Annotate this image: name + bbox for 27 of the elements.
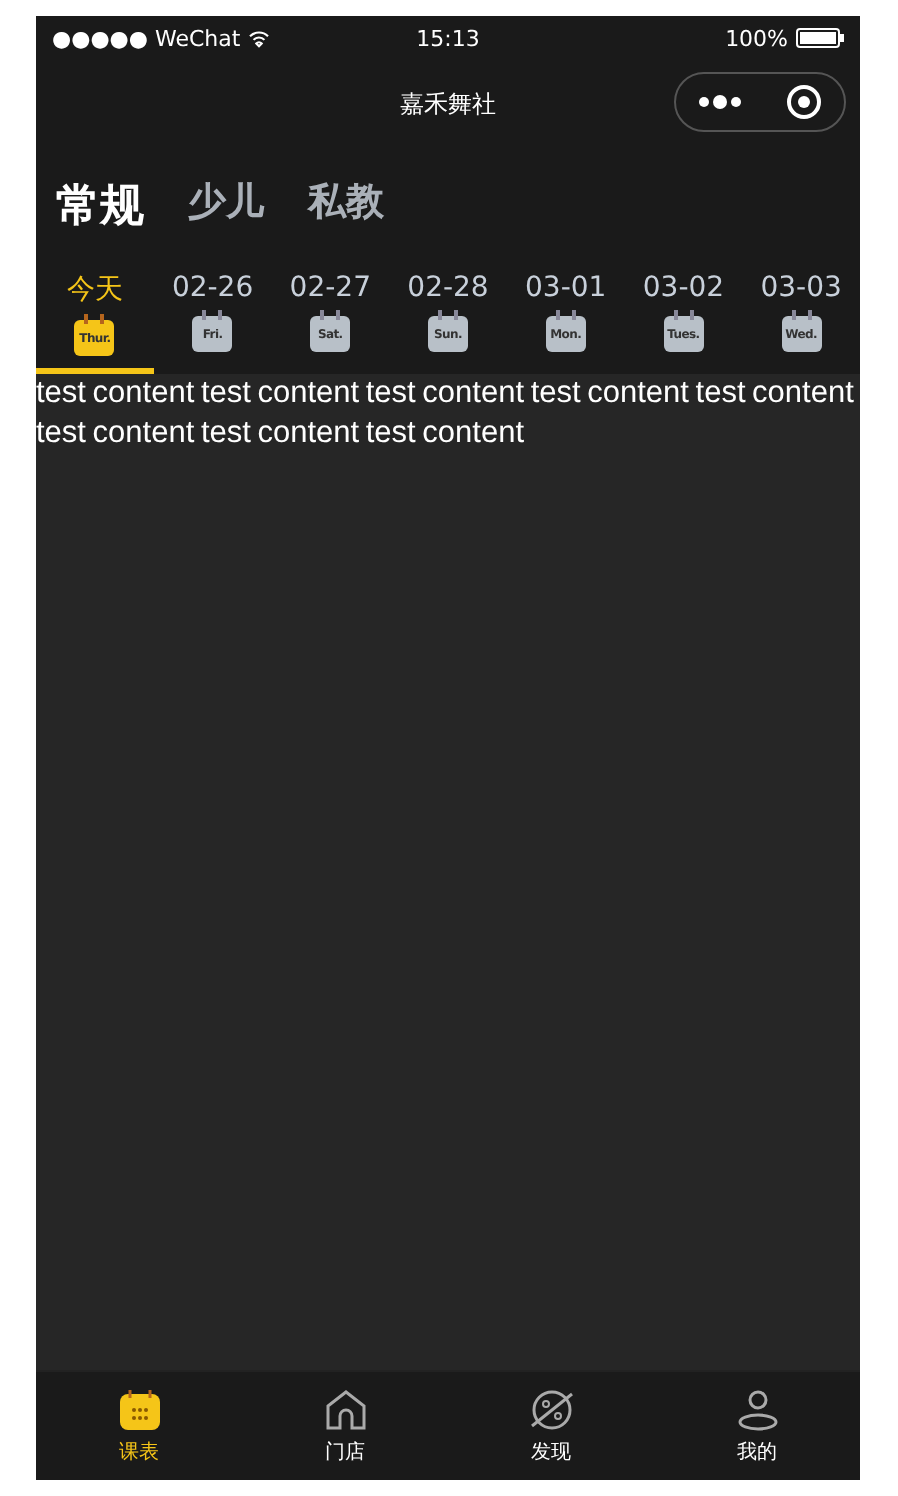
date-label: 02-28 (407, 272, 489, 304)
date-label: 02-27 (289, 272, 371, 304)
date-label: 03-03 (760, 272, 842, 304)
battery-percent: 100% (725, 25, 789, 51)
tab-bar-item[interactable]: 发现 (448, 1372, 654, 1480)
category-tab[interactable]: 常规 (56, 176, 144, 236)
calendar-icon (115, 1386, 163, 1434)
tab-bar-item[interactable]: 我的 (654, 1372, 860, 1480)
category-tab[interactable]: 私教 (308, 176, 384, 236)
wifi-icon (248, 29, 271, 47)
battery-icon (796, 28, 845, 48)
person-icon (733, 1386, 781, 1434)
home-icon (321, 1386, 369, 1434)
clock-time: 15:13 (416, 25, 480, 51)
date-label: 今天 (66, 272, 123, 308)
date-label: 03-02 (642, 272, 725, 304)
date-label: 02-26 (171, 272, 254, 304)
content-text: test content test content test content test content test content test content test content test content (36, 374, 856, 454)
close-icon[interactable] (786, 84, 822, 120)
tab-bar-item[interactable]: 门店 (242, 1372, 448, 1480)
planet-icon (525, 1386, 577, 1434)
carrier-text: ●●●●● WeChat (52, 25, 241, 51)
page-title: 嘉禾舞社 (400, 88, 496, 122)
more-icon[interactable] (698, 94, 742, 110)
date-label: 03-01 (525, 272, 607, 304)
tab-bar-item[interactable]: 课表 (36, 1372, 242, 1480)
category-tab[interactable]: 少儿 (188, 176, 264, 236)
